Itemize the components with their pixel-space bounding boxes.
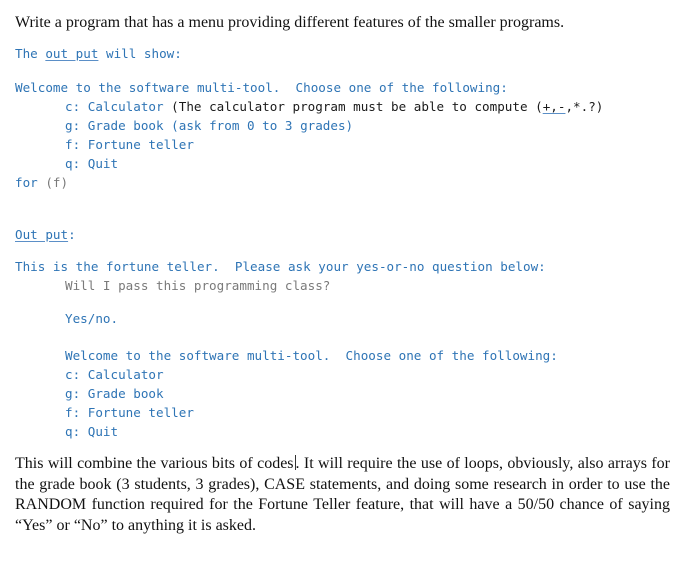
calculator-note: (The calculator program must be able to … <box>163 99 543 114</box>
menu1-item-fortune: f: Fortune teller <box>65 137 194 152</box>
menu1-item-label: Quit <box>87 156 119 171</box>
output-label-underlined: Out put <box>15 227 69 242</box>
menu1-item-label: Calculator <box>87 99 164 114</box>
menu1-header: Welcome to the software multi-tool. Choo… <box>15 80 508 95</box>
menu1-item-key: f: <box>65 137 81 152</box>
menu2-item-fortune: f: Fortune teller <box>65 405 194 420</box>
calculator-note-end: ,*.?) <box>565 99 604 114</box>
paragraph-part1: This will combine the various bits of co… <box>15 455 294 472</box>
fortune-answer: Yes/no. <box>65 311 119 326</box>
menu1-item-gradebook: g: Grade book (ask from 0 to 3 grades) <box>65 118 353 133</box>
menu1-item-quit: q: Quit <box>65 156 118 171</box>
menu2-item-gradebook: g: Grade book <box>65 386 164 401</box>
output-label-suffix: : <box>68 227 76 242</box>
assignment-title: Write a program that has a menu providin… <box>15 14 565 31</box>
output-intro-suffix: will show: <box>98 46 182 61</box>
menu1-item-key: c: <box>65 99 81 114</box>
menu1-footer: for (f) <box>15 175 68 190</box>
description-paragraph: This will combine the various bits of co… <box>15 454 670 536</box>
calculator-note-ops: +,- <box>542 99 566 114</box>
menu1-item-calculator: c: Calculator (The calculator program mu… <box>65 99 603 114</box>
fortune-question: Will I pass this programming class? <box>65 278 331 293</box>
menu1-item-key: q: <box>65 156 81 171</box>
output-label: Out put: <box>15 227 76 242</box>
menu1-item-label: Grade book (ask from 0 to 3 grades) <box>87 118 354 133</box>
menu2-item-calculator: c: Calculator <box>65 367 164 382</box>
footer-arg: (f) <box>45 175 69 190</box>
menu2-header: Welcome to the software multi-tool. Choo… <box>65 348 558 363</box>
output-intro-underlined: out put <box>45 46 99 61</box>
menu1-item-label: Fortune teller <box>87 137 194 152</box>
menu2-item-quit: q: Quit <box>65 424 119 439</box>
menu1-item-key: g: <box>65 118 81 133</box>
fortune-header: This is the fortune teller. Please ask y… <box>15 259 546 274</box>
output-intro-prefix: The <box>15 46 46 61</box>
output-intro: The out put will show: <box>15 46 182 61</box>
footer-prefix: for <box>15 175 46 190</box>
